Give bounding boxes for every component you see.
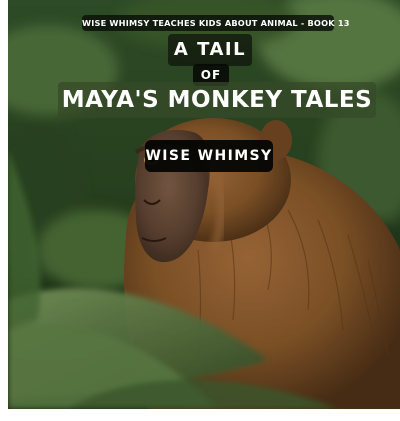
- page: WISE WHIMSY TEACHES KIDS ABOUT ANIMAL - …: [0, 0, 400, 421]
- book-title: MAYA'S MONKEY TALES: [58, 82, 376, 118]
- author-name: WISE WHIMSY: [145, 140, 273, 172]
- series-subtitle: WISE WHIMSY TEACHES KIDS ABOUT ANIMAL - …: [82, 15, 349, 31]
- title-line-a-tail: A TAIL: [168, 34, 252, 66]
- book-cover: WISE WHIMSY TEACHES KIDS ABOUT ANIMAL - …: [8, 0, 400, 409]
